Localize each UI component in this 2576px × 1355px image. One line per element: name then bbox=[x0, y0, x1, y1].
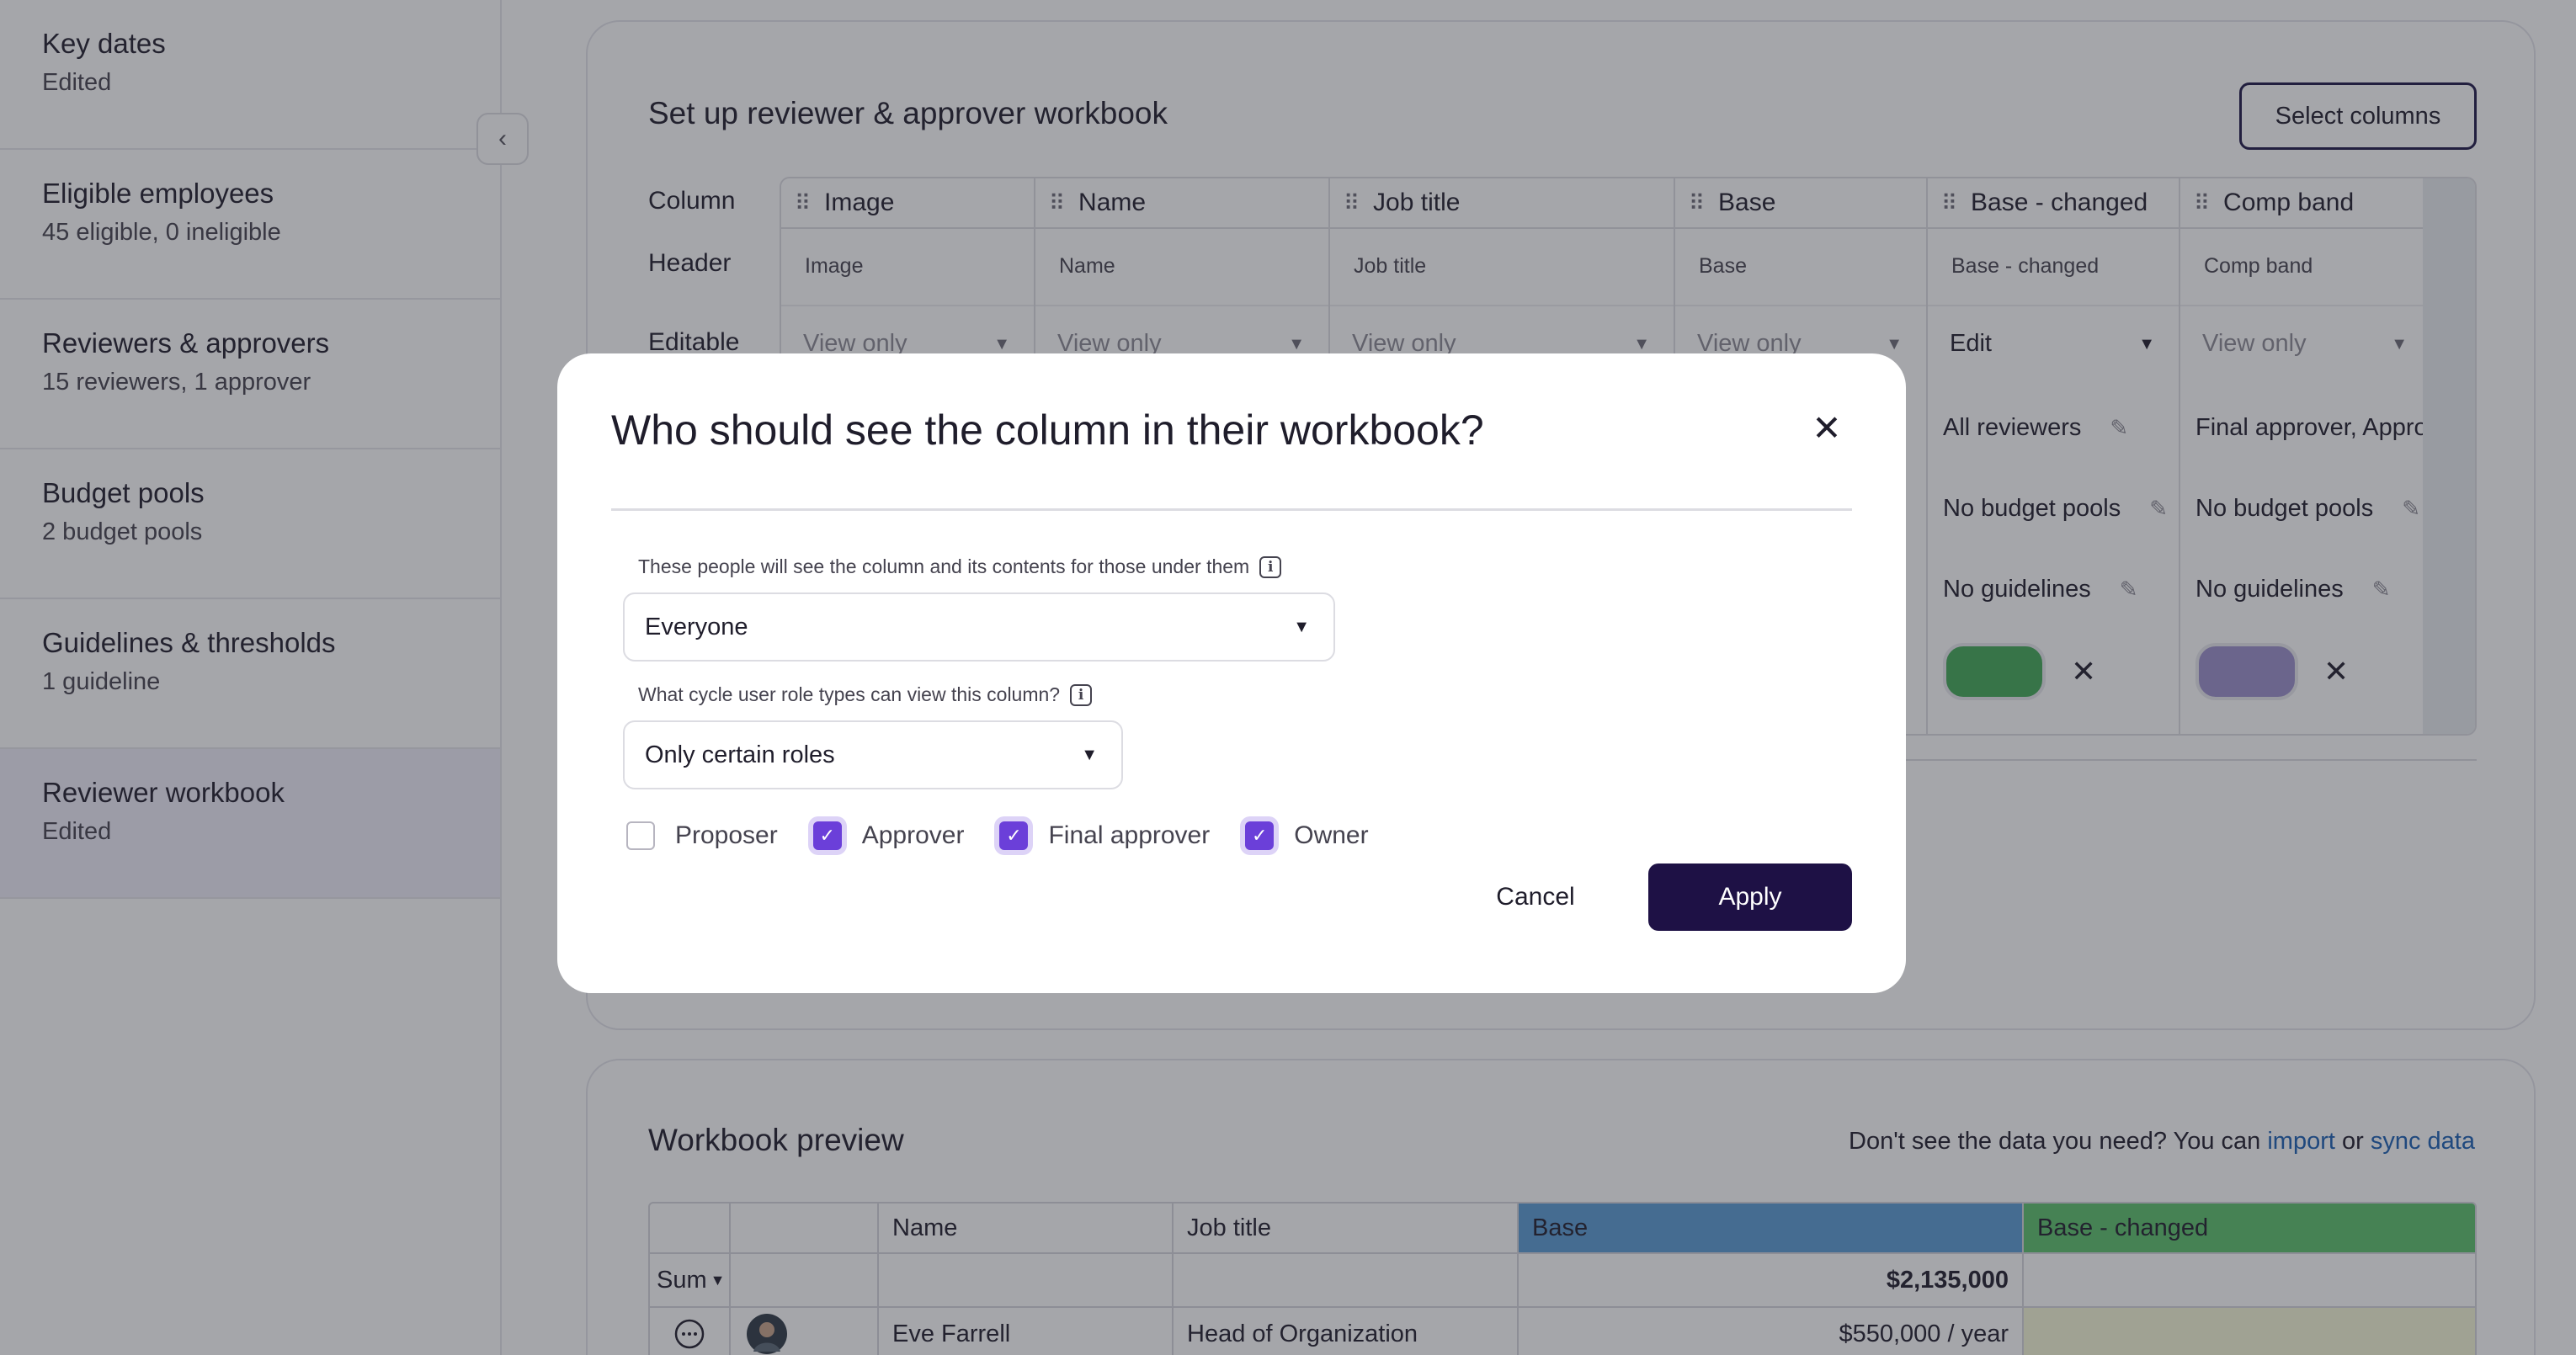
column-visibility-modal: Who should see the column in their workb… bbox=[557, 353, 1906, 993]
cancel-button[interactable]: Cancel bbox=[1461, 863, 1610, 931]
roles-select-value: Only certain roles bbox=[645, 741, 835, 768]
role-label: Approver bbox=[861, 821, 965, 849]
divider bbox=[611, 508, 1852, 511]
role-label: Final approver bbox=[1048, 821, 1211, 849]
caret-down-icon: ▼ bbox=[1081, 745, 1098, 764]
caret-down-icon: ▼ bbox=[1293, 617, 1310, 636]
role-checkbox-group: Proposer ✓ Approver ✓ Final approver ✓ O… bbox=[626, 821, 1404, 850]
people-label-text: These people will see the column and its… bbox=[638, 555, 1250, 577]
roles-field-label: What cycle user role types can view this… bbox=[638, 683, 1093, 706]
role-label: Owner bbox=[1294, 821, 1369, 849]
people-select-value: Everyone bbox=[645, 613, 748, 640]
people-select[interactable]: Everyone ▼ bbox=[623, 592, 1335, 662]
close-icon[interactable]: ✕ bbox=[1803, 404, 1850, 451]
checkbox-approver[interactable]: ✓ bbox=[812, 821, 842, 850]
apply-button[interactable]: Apply bbox=[1648, 863, 1852, 931]
role-label: Proposer bbox=[675, 821, 778, 849]
role-proposer[interactable]: Proposer bbox=[626, 821, 778, 850]
people-field-label: These people will see the column and its… bbox=[638, 555, 1282, 578]
info-icon[interactable]: i bbox=[1070, 683, 1093, 706]
checkbox-proposer[interactable] bbox=[626, 821, 655, 850]
checkbox-owner[interactable]: ✓ bbox=[1245, 821, 1275, 850]
roles-label-text: What cycle user role types can view this… bbox=[638, 683, 1061, 705]
checkbox-final-approver[interactable]: ✓ bbox=[999, 821, 1029, 850]
role-owner[interactable]: ✓ Owner bbox=[1245, 821, 1369, 850]
role-approver[interactable]: ✓ Approver bbox=[812, 821, 965, 850]
roles-select[interactable]: Only certain roles ▼ bbox=[623, 720, 1123, 789]
modal-title: Who should see the column in their workb… bbox=[611, 406, 1484, 454]
info-icon[interactable]: i bbox=[1259, 555, 1282, 578]
role-final-approver[interactable]: ✓ Final approver bbox=[999, 821, 1210, 850]
